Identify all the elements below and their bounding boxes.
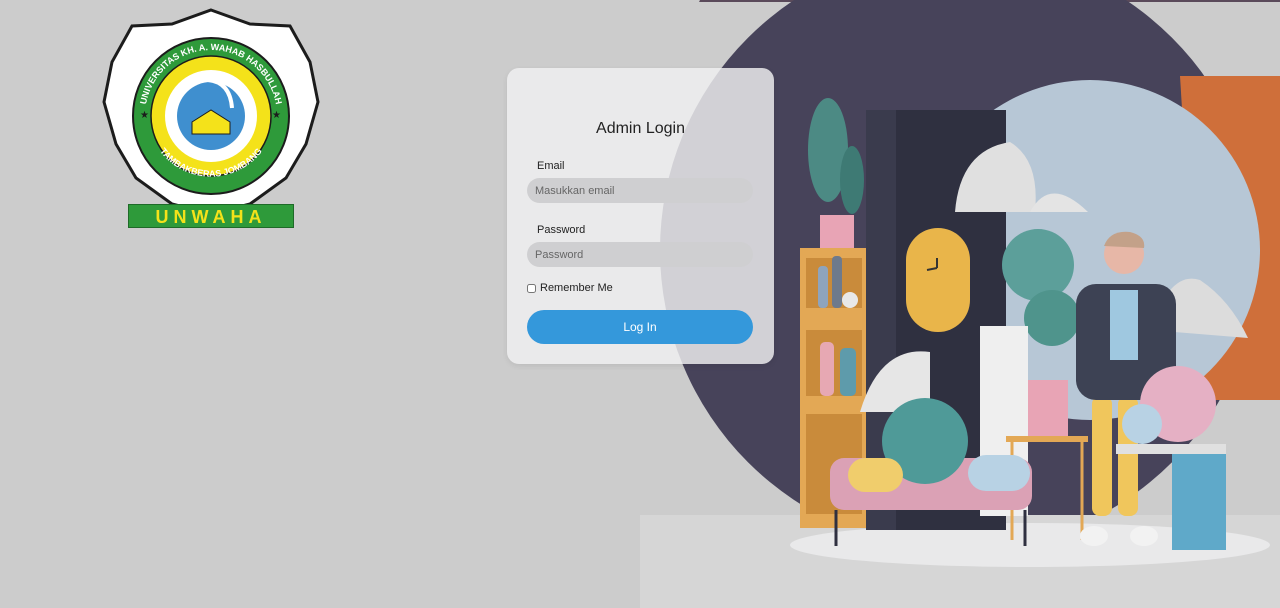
login-title: Admin Login <box>596 120 685 137</box>
remember-me[interactable]: Remember Me <box>527 282 613 294</box>
email-field[interactable] <box>527 178 753 203</box>
email-label: Email <box>537 160 565 172</box>
svg-text:★: ★ <box>140 110 149 121</box>
remember-me-label: Remember Me <box>540 282 613 294</box>
password-label: Password <box>537 224 586 236</box>
remember-me-checkbox[interactable] <box>527 283 536 293</box>
unwaha-logo: ★ ★ UNIVERSITAS KH. A. WAHAB HASBULLAH T… <box>102 8 320 216</box>
svg-text:★: ★ <box>272 110 281 121</box>
login-card: Admin Login Email Password Remember Me L… <box>507 68 774 364</box>
password-field[interactable] <box>527 242 753 267</box>
login-button[interactable]: Log In <box>527 310 753 344</box>
logo-banner: UNWAHA <box>128 204 294 228</box>
